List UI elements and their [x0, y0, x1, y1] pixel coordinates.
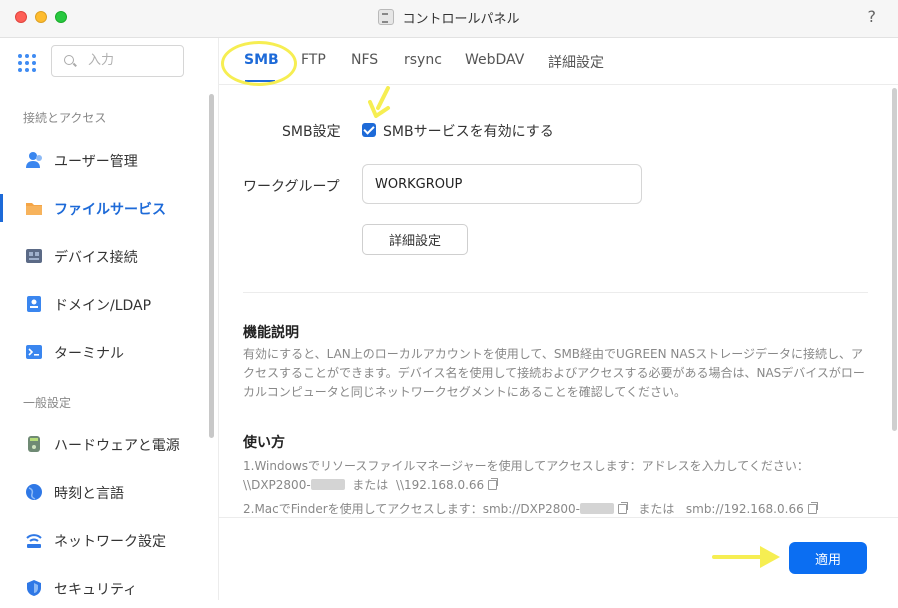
search-input[interactable]: [86, 52, 180, 69]
redacted-block: [579, 503, 614, 514]
sidebar-item-hardware-power[interactable]: ハードウェアと電源: [0, 424, 210, 464]
sidebar-item-network[interactable]: ネットワーク設定: [0, 520, 210, 560]
smb-enable-checkbox[interactable]: [362, 123, 376, 137]
network-icon: [25, 531, 43, 549]
sidebar-item-terminal[interactable]: ターミナル: [0, 332, 210, 372]
sidebar-item-file-services[interactable]: ファイルサービス: [0, 188, 210, 228]
shield-icon: [25, 579, 43, 597]
copy-icon[interactable]: [617, 502, 628, 514]
sidebar-item-users[interactable]: ユーザー管理: [0, 140, 210, 180]
usage-mac-ip: smb://192.168.0.66: [685, 502, 804, 516]
users-icon: [25, 151, 43, 169]
usage-hostname: \\DXP2800-: [243, 478, 311, 492]
sidebar-item-device-connection[interactable]: デバイス接続: [0, 236, 210, 276]
sidebar-item-label: ハードウェアと電源: [54, 438, 180, 454]
tab-advanced[interactable]: 詳細設定: [548, 52, 604, 72]
copy-icon[interactable]: [807, 502, 818, 514]
window-title: コントロールパネル: [0, 8, 898, 27]
window-title-text: コントロールパネル: [402, 12, 520, 27]
sidebar-search[interactable]: [51, 45, 184, 77]
usage-mac-prefix: 2.MacでFinderを使用してアクセスします：smb://DXP2800-: [243, 502, 580, 516]
sidebar-item-label: ネットワーク設定: [54, 534, 166, 550]
terminal-icon: [25, 343, 43, 361]
sidebar-scrollbar[interactable]: [209, 94, 214, 438]
search-icon: [64, 55, 74, 65]
sidebar-item-label: ターミナル: [54, 346, 124, 362]
sidebar-item-label: セキュリティ: [54, 582, 138, 598]
section-label-general: 一般設定: [23, 396, 72, 410]
device-icon: [25, 247, 43, 265]
advanced-settings-button[interactable]: 詳細設定: [362, 224, 468, 255]
copy-icon[interactable]: [488, 478, 499, 490]
sidebar-item-domain-ldap[interactable]: ドメイン/LDAP: [0, 284, 210, 324]
smb-setting-label: SMB設定: [282, 124, 341, 140]
redacted-block: [310, 479, 345, 490]
sidebar-item-time-language[interactable]: 時刻と言語: [0, 472, 210, 512]
usage-line-windows: 1.Windowsでリソースファイルマネージャーを使用してアクセスします：アドレ…: [243, 459, 809, 473]
usage-or: または: [352, 478, 389, 492]
tab-ftp[interactable]: FTP: [301, 52, 326, 68]
hardware-icon: [25, 435, 43, 453]
domain-icon: [25, 295, 43, 313]
sidebar: 接続とアクセス ユーザー管理 ファイルサービス デバイス接続 ドメイン/LDAP…: [0, 38, 219, 600]
usage-line-windows-address: \\DXP2800- または \\192.168.0.66: [243, 476, 499, 493]
content-scrollbar[interactable]: [892, 88, 897, 431]
usage-title: 使い方: [243, 435, 285, 451]
workgroup-label: ワークグループ: [243, 179, 340, 195]
feature-description-text: 有効にすると、LAN上のローカルアカウントを使用して、SMB経由でUGREEN …: [243, 347, 865, 399]
title-bar: コントロールパネル ?: [0, 0, 898, 38]
highlight-circle-annotation: [221, 41, 297, 86]
globe-icon: [25, 483, 43, 501]
arrow-annotation-right: [712, 546, 780, 568]
help-icon[interactable]: ?: [868, 7, 877, 26]
section-label-connection: 接続とアクセス: [23, 111, 107, 125]
sidebar-item-label: ユーザー管理: [54, 154, 138, 170]
sidebar-item-security[interactable]: セキュリティ: [0, 568, 210, 608]
sidebar-item-label: ドメイン/LDAP: [54, 298, 152, 314]
tab-webdav[interactable]: WebDAV: [465, 52, 524, 68]
smb-enable-label[interactable]: SMBサービスを有効にする: [383, 121, 554, 141]
apply-button[interactable]: 適用: [789, 542, 867, 574]
footer-divider: [219, 517, 898, 518]
usage-line-mac: 2.MacでFinderを使用してアクセスします：smb://DXP2800- …: [243, 500, 818, 517]
tab-rsync[interactable]: rsync: [404, 52, 442, 68]
tab-nfs[interactable]: NFS: [351, 52, 378, 68]
sidebar-item-label: デバイス接続: [54, 250, 138, 266]
arrow-annotation-down: [368, 86, 390, 118]
usage-or: または: [638, 502, 675, 516]
section-divider: [243, 292, 868, 293]
usage-ip: \\192.168.0.66: [395, 478, 485, 492]
control-panel-icon: [378, 9, 395, 25]
apps-grid-icon[interactable]: [18, 54, 36, 72]
folder-icon: [25, 199, 43, 217]
sidebar-item-label: 時刻と言語: [54, 486, 124, 502]
feature-description-title: 機能説明: [243, 325, 299, 341]
workgroup-input[interactable]: [362, 164, 642, 204]
sidebar-item-label: ファイルサービス: [54, 202, 166, 218]
